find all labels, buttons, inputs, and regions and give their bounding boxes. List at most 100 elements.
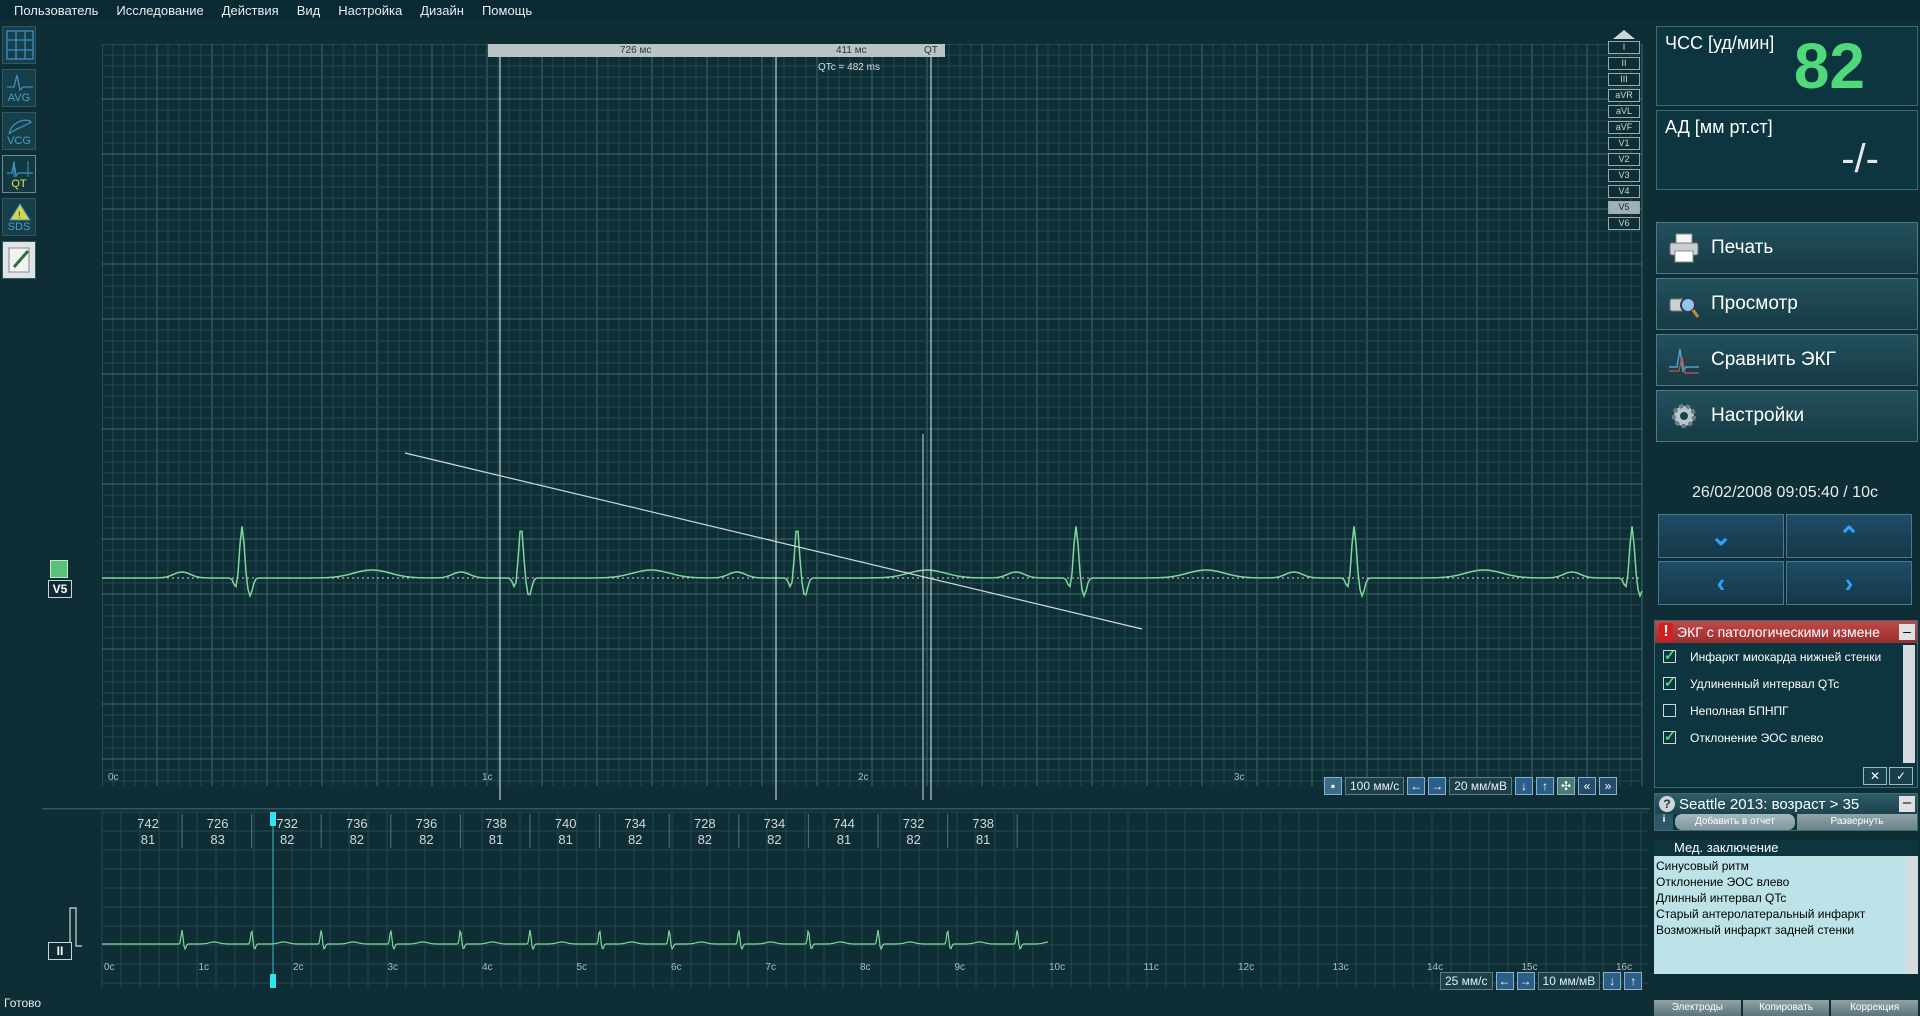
- rr-value: 726: [207, 816, 229, 831]
- pathology-item[interactable]: Удлиненный интервал QTc: [1655, 670, 1917, 697]
- nav-left-button[interactable]: ‹: [1658, 561, 1784, 605]
- copy-button[interactable]: Копировать: [1742, 1000, 1830, 1016]
- checkbox[interactable]: [1663, 674, 1676, 691]
- add-to-report-button[interactable]: Добавить в отчет: [1675, 814, 1795, 830]
- collapse-button[interactable]: –: [1899, 624, 1915, 640]
- ecg-main-view[interactable]: 0c 1c 2c 3c V5: [48, 44, 1644, 800]
- rr-value: 736: [416, 816, 438, 831]
- lead-button-v3[interactable]: V3: [1608, 169, 1640, 182]
- avg-tool[interactable]: AVG: [2, 69, 36, 107]
- medical-conclusion-text[interactable]: Синусовый ритм Отклонение ЭОС влево Длинны…: [1654, 856, 1918, 974]
- menu-help[interactable]: Помощь: [473, 3, 541, 18]
- correction-button[interactable]: Коррекция: [1831, 1000, 1919, 1016]
- pencil-icon: [8, 247, 30, 273]
- vcg-tool[interactable]: VCG: [2, 112, 36, 150]
- pathology-scrollbar[interactable]: [1903, 645, 1915, 763]
- rhythm-canvas[interactable]: 7428172683732827368273682738817408173482…: [42, 808, 1650, 992]
- lead-label[interactable]: V5: [48, 580, 72, 598]
- gain-value[interactable]: 20 мм/мВ: [1449, 777, 1512, 795]
- electrodes-button[interactable]: Электроды: [1654, 1000, 1741, 1016]
- rhythm-gain-value[interactable]: 10 мм/мВ: [1537, 972, 1601, 990]
- speed-decrease-button[interactable]: ←: [1407, 777, 1426, 795]
- conclusion-scrollbar[interactable]: [1906, 856, 1918, 974]
- preview-button[interactable]: Просмотр: [1656, 278, 1918, 330]
- nav-right-button[interactable]: ›: [1786, 561, 1912, 605]
- hr-value: 82: [767, 832, 781, 847]
- fit-icon[interactable]: ✣: [1556, 777, 1575, 795]
- info-icon[interactable]: i: [1655, 814, 1673, 830]
- page-next-button[interactable]: »: [1598, 777, 1617, 795]
- rhythm-lead-label[interactable]: II: [48, 942, 72, 960]
- scroll-up-icon[interactable]: [1613, 30, 1635, 39]
- lead-button-avr[interactable]: aVR: [1608, 89, 1640, 102]
- rhythm-grid: [101, 811, 1648, 988]
- save-icon[interactable]: ▪: [1324, 777, 1342, 795]
- speed-increase-button[interactable]: →: [1428, 777, 1447, 795]
- lead-color-swatch[interactable]: [50, 560, 68, 578]
- seattle-panel: ? Seattle 2013: возраст > 35 – i Добавит…: [1654, 793, 1918, 831]
- gain-increase-button[interactable]: ↑: [1535, 777, 1554, 795]
- sds-tool[interactable]: ! SDS: [2, 198, 36, 236]
- menu-user[interactable]: Пользователь: [0, 3, 107, 18]
- checkbox[interactable]: [1663, 704, 1676, 717]
- avg-icon: [7, 74, 33, 92]
- nav-down-button[interactable]: ⌄: [1658, 514, 1784, 558]
- rhythm-cursor-handle-bottom[interactable]: [270, 974, 276, 988]
- pathology-list: Инфаркт миокарда нижней стенки Удлиненный…: [1655, 643, 1917, 751]
- edit-tool[interactable]: [2, 241, 36, 279]
- lead-button-v5[interactable]: V5: [1608, 201, 1640, 214]
- page-prev-button[interactable]: «: [1577, 777, 1596, 795]
- medical-conclusion-panel: Мед. заключение Синусовый ритм Отклонение…: [1654, 840, 1918, 998]
- gain-decrease-button[interactable]: ↓: [1514, 777, 1533, 795]
- pathology-item[interactable]: Отклонение ЭОС влево: [1655, 724, 1917, 751]
- rhythm-cursor-handle-top[interactable]: [270, 812, 276, 826]
- caliper-bar[interactable]: [488, 44, 945, 57]
- rhythm-gain-decrease-button[interactable]: ↓: [1603, 972, 1622, 990]
- hr-value: 81: [558, 832, 572, 847]
- nav-up-button[interactable]: ⌃: [1786, 514, 1912, 558]
- right-panel: ЧСС [уд/мин] 82 АД [мм рт.ст] -/- Печать…: [1650, 20, 1920, 1016]
- lead-button-v4[interactable]: V4: [1608, 185, 1640, 198]
- menu-settings[interactable]: Настройка: [329, 3, 411, 18]
- rhythm-time-label: 7c: [766, 962, 777, 973]
- ecg-grid: [102, 44, 1643, 786]
- expand-button[interactable]: Развернуть: [1797, 814, 1917, 830]
- settings-button[interactable]: Настройки: [1656, 390, 1918, 442]
- print-button[interactable]: Печать: [1656, 222, 1918, 274]
- seattle-collapse-button[interactable]: –: [1899, 795, 1915, 812]
- lead-button-v2[interactable]: V2: [1608, 153, 1640, 166]
- compare-ecg-button[interactable]: Сравнить ЭКГ: [1656, 334, 1918, 386]
- menu-view[interactable]: Вид: [288, 3, 330, 18]
- lead-button-avf[interactable]: aVF: [1608, 121, 1640, 134]
- rr-value: 734: [764, 816, 786, 831]
- lead-button-avl[interactable]: aVL: [1608, 105, 1640, 118]
- speed-value[interactable]: 100 мм/с: [1345, 777, 1405, 795]
- rr-value: 736: [346, 816, 368, 831]
- checkbox[interactable]: [1663, 728, 1676, 745]
- rhythm-speed-increase-button[interactable]: →: [1516, 972, 1535, 990]
- menu-actions[interactable]: Действия: [213, 3, 288, 18]
- lead-button-ii[interactable]: II: [1608, 57, 1640, 70]
- qt-tool[interactable]: QT: [2, 155, 36, 193]
- rhythm-speed-value[interactable]: 25 мм/с: [1440, 972, 1493, 990]
- hr-value: 83: [210, 832, 224, 847]
- conclusion-line: Старый антеролатеральный инфаркт: [1656, 907, 1866, 921]
- lead-button-v6[interactable]: V6: [1608, 217, 1640, 230]
- checkbox[interactable]: [1663, 647, 1676, 664]
- rhythm-time-label: 2c: [293, 962, 304, 973]
- reject-button[interactable]: ✕: [1863, 767, 1887, 785]
- menu-design[interactable]: Дизайн: [411, 3, 473, 18]
- menu-study[interactable]: Исследование: [107, 3, 212, 18]
- rhythm-speed-decrease-button[interactable]: ←: [1495, 972, 1514, 990]
- accept-button[interactable]: ✓: [1889, 767, 1913, 785]
- rhythm-strip[interactable]: 742 81 726 83 732 82 736 82 736 82 738 81 740 81 734 82…: [42, 808, 1650, 992]
- grid-view-tool[interactable]: [2, 26, 36, 64]
- lead-button-v1[interactable]: V1: [1608, 137, 1640, 150]
- ecg-main-canvas[interactable]: 0c 1c 2c 3c: [102, 44, 1644, 800]
- conclusion-line: Возможный инфаркт задней стенки: [1656, 923, 1855, 937]
- lead-button-i[interactable]: I: [1608, 41, 1640, 54]
- lead-button-iii[interactable]: III: [1608, 73, 1640, 86]
- pathology-item[interactable]: Неполная БПНПГ: [1655, 697, 1917, 724]
- rhythm-gain-increase-button[interactable]: ↑: [1624, 972, 1643, 990]
- pathology-item[interactable]: Инфаркт миокарда нижней стенки: [1655, 643, 1917, 670]
